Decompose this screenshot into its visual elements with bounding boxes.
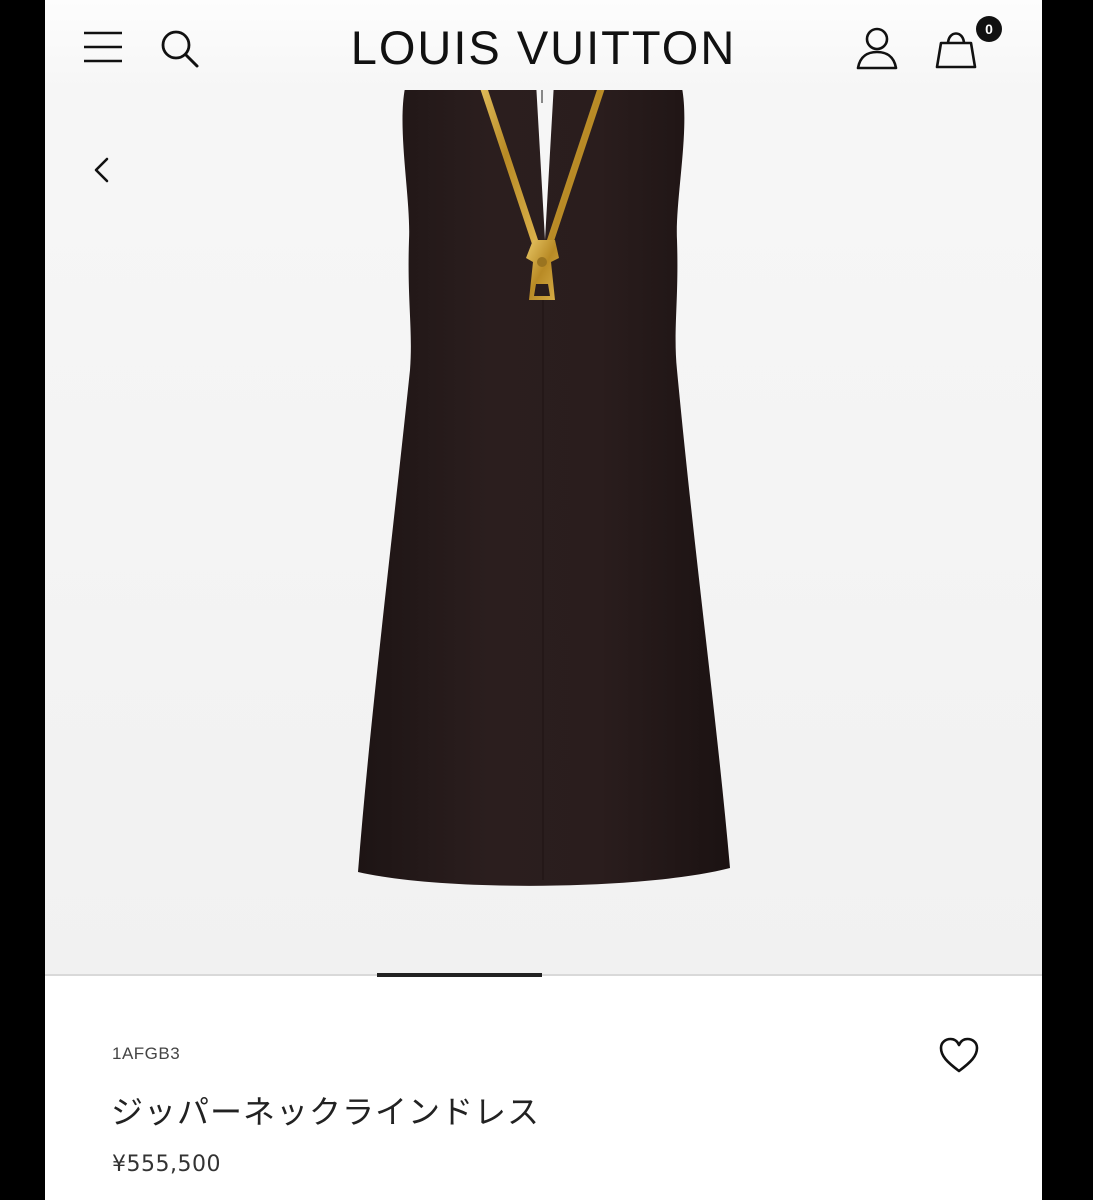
account-button[interactable]: [855, 26, 899, 70]
product-name: ジッパーネックラインドレス: [111, 1093, 541, 1131]
gallery-progress-track: [45, 974, 1042, 976]
product-price: ¥555,500: [112, 1152, 221, 1177]
wishlist-button[interactable]: [939, 1037, 979, 1075]
header: LOUIS VUITTON 0: [45, 0, 1042, 90]
product-sku: 1AFGB3: [112, 1044, 181, 1063]
menu-button[interactable]: [83, 30, 123, 64]
account-icon: [856, 27, 898, 70]
chevron-left-icon: [94, 157, 109, 183]
back-button[interactable]: [85, 150, 119, 190]
shopping-bag-icon: [935, 32, 977, 69]
menu-icon: [84, 31, 122, 63]
product-image: [358, 65, 730, 886]
search-icon: [161, 30, 199, 68]
search-button[interactable]: [159, 28, 201, 70]
heart-icon: [939, 1037, 979, 1073]
product-image-gallery[interactable]: [45, 0, 1042, 974]
app-screen: LOUIS VUITTON 0 1AFGB3 ジッパーネックラインドレス ¥55…: [45, 0, 1042, 1200]
shopping-bag-button[interactable]: [933, 24, 979, 70]
product-info: 1AFGB3 ジッパーネックラインドレス ¥555,500: [45, 977, 1042, 1200]
brand-logo[interactable]: LOUIS VUITTON: [285, 22, 802, 74]
cart-count-badge: 0: [976, 16, 1002, 42]
